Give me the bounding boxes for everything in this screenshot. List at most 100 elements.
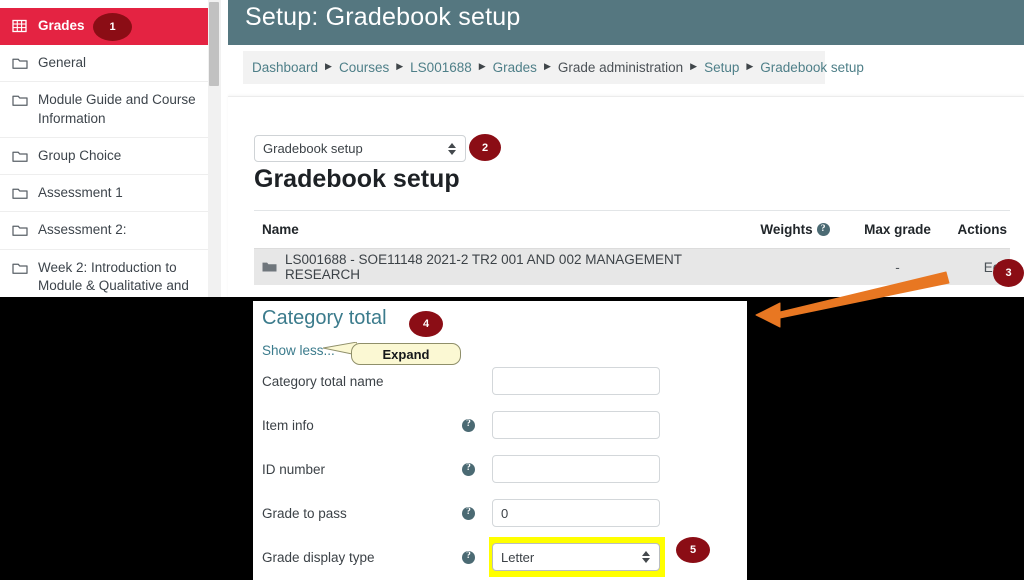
field-help-slot: ? — [462, 550, 492, 564]
annotation-badge-4-number: 4 — [422, 318, 430, 330]
question-mark-icon[interactable]: ? — [462, 418, 475, 432]
breadcrumb-region: Dashboard ▶ Courses ▶ LS001688 ▶ Grades … — [228, 45, 1024, 90]
form-row-grade-display-type: Grade display type ? Letter — [253, 535, 747, 579]
field-help-slot: ? — [462, 506, 492, 520]
breadcrumb-item-setup[interactable]: Setup — [704, 60, 739, 75]
breadcrumb-item-grades[interactable]: Grades — [493, 60, 537, 75]
grid-icon — [12, 19, 29, 34]
annotation-badge-3: 3 — [993, 259, 1024, 287]
item-info-input[interactable] — [492, 411, 660, 439]
form-row-grade-to-pass: Grade to pass ? 0 — [253, 491, 747, 535]
breadcrumb-item-grade-administration: Grade administration — [557, 60, 684, 75]
breadcrumb-item-gradebook-setup[interactable]: Gradebook setup — [760, 60, 864, 75]
panel-title: Category total — [262, 307, 387, 329]
folder-icon — [12, 93, 29, 108]
column-header-name: Name — [262, 222, 299, 237]
sidebar-item-week-2[interactable]: Week 2: Introduction to Module & Qualita… — [0, 249, 208, 297]
column-header-max-grade: Max grade — [864, 222, 931, 237]
annotation-badge-3-number: 3 — [1005, 267, 1012, 279]
folder-icon — [12, 186, 29, 201]
main-content: Setup: Gradebook setup Dashboard ▶ Cours… — [221, 0, 1024, 297]
annotation-badge-5: 5 — [676, 537, 710, 563]
view-select[interactable]: Gradebook setup — [254, 135, 466, 162]
folder-icon — [12, 149, 29, 164]
breadcrumb-item-courses[interactable]: Courses — [339, 60, 389, 75]
chevron-updown-icon — [641, 550, 651, 564]
question-mark-icon[interactable]: ? — [462, 506, 475, 520]
breadcrumb-separator-icon: ▶ — [746, 61, 754, 71]
expand-callout-label: Expand — [382, 346, 430, 362]
expand-callout: Expand — [351, 343, 461, 365]
question-mark-icon[interactable]: ? — [462, 462, 475, 476]
sidebar-item-module-guide[interactable]: Module Guide and Course Information — [0, 82, 208, 138]
grade-to-pass-input[interactable]: 0 — [492, 499, 660, 527]
gradebook-body-pane: Gradebook setup Gradebook setup Name Wei… — [228, 96, 1024, 297]
field-help-slot: ? — [462, 462, 492, 476]
view-select-value: Gradebook setup — [263, 141, 363, 156]
field-control-slot — [492, 455, 660, 483]
field-control-slot — [492, 367, 660, 395]
breadcrumb-separator-icon: ▶ — [478, 61, 486, 71]
form-row-id-number: ID number ? — [253, 447, 747, 491]
gradebook-table: Name Weights ? Max grade Actions LS00168… — [254, 210, 1010, 285]
sidebar-item-label: Module Guide and Course Information — [38, 92, 196, 126]
folder-icon — [12, 56, 29, 71]
page-title: Setup: Gradebook setup — [245, 3, 521, 31]
sidebar-item-label: Assessment 2: — [38, 222, 127, 238]
category-total-name-input[interactable] — [492, 367, 660, 395]
page-scrollbar-thumb[interactable] — [209, 2, 219, 86]
breadcrumb-separator-icon: ▶ — [396, 61, 404, 71]
row-name-label[interactable]: LS001688 - SOE11148 2021-2 TR2 001 AND 0… — [285, 252, 740, 282]
field-label: Category total name — [262, 373, 384, 389]
annotation-badge-2-number: 2 — [481, 141, 489, 154]
breadcrumb-separator-icon: ▶ — [543, 61, 551, 71]
folder-icon — [12, 261, 29, 276]
field-label: Grade display type — [262, 549, 375, 565]
field-label: Item info — [262, 417, 314, 433]
sidebar-item-label: Assessment 1 — [38, 185, 123, 201]
sidebar-item-assessment-2[interactable]: Assessment 2: — [0, 212, 208, 250]
annotation-badge-5-number: 5 — [689, 544, 697, 556]
annotation-badge-2: 2 — [469, 134, 501, 161]
form-row-category-total-name: Category total name — [253, 359, 747, 403]
field-control-slot: 0 — [492, 499, 660, 527]
id-number-input[interactable] — [492, 455, 660, 483]
sidebar-item-group-choice[interactable]: Group Choice — [0, 137, 208, 176]
category-total-panel: Category total Show less... Expand Categ… — [253, 301, 747, 580]
breadcrumb-item-dashboard[interactable]: Dashboard — [252, 60, 318, 75]
question-mark-icon[interactable]: ? — [816, 223, 830, 236]
course-index-sidebar: Grades General Module Guide and Course I… — [0, 0, 209, 297]
table-header-row: Name Weights ? Max grade Actions — [254, 210, 1010, 248]
field-label: ID number — [262, 461, 326, 477]
grade-display-type-value: Letter — [501, 549, 535, 565]
question-mark-icon[interactable]: ? — [462, 550, 475, 564]
column-header-weights: Weights ? — [740, 222, 850, 237]
breadcrumb-separator-icon: ▶ — [690, 61, 698, 71]
page-header-bar: Setup: Gradebook setup — [228, 0, 1024, 45]
sidebar-item-assessment-1[interactable]: Assessment 1 — [0, 175, 208, 213]
field-control-slot — [492, 411, 660, 439]
sidebar-item-label: Group Choice — [38, 147, 122, 163]
annotation-badge-4: 4 — [409, 311, 443, 337]
gradebook-setup-heading: Gradebook setup — [254, 165, 460, 193]
grade-display-type-select[interactable]: Letter — [492, 543, 660, 571]
screenshot-root: Grades General Module Guide and Course I… — [0, 0, 1024, 580]
chevron-updown-icon — [447, 142, 457, 156]
field-control-slot: Letter — [489, 537, 665, 577]
annotation-badge-1-number: 1 — [109, 21, 116, 33]
field-label: Grade to pass — [262, 505, 347, 521]
breadcrumb-separator-icon: ▶ — [325, 61, 332, 71]
folder-icon — [12, 223, 29, 238]
sidebar-item-general[interactable]: General — [0, 45, 208, 83]
column-header-weights-label: Weights — [760, 222, 813, 237]
row-max-grade-cell: - — [895, 259, 900, 275]
sidebar-nav-list: Grades General Module Guide and Course I… — [0, 8, 208, 297]
folder-icon — [262, 261, 277, 273]
sidebar-item-label: Week 2: Introduction to Module & Qualita… — [38, 259, 189, 297]
form-row-item-info: Item info ? — [253, 403, 747, 447]
table-row: LS001688 - SOE11148 2021-2 TR2 001 AND 0… — [254, 248, 1010, 285]
category-total-form: Category total name Item info ? ID numbe… — [253, 359, 747, 579]
breadcrumb-item-ls001688[interactable]: LS001688 — [410, 60, 472, 75]
field-help-slot: ? — [462, 418, 492, 432]
column-header-actions: Actions — [957, 222, 1007, 237]
